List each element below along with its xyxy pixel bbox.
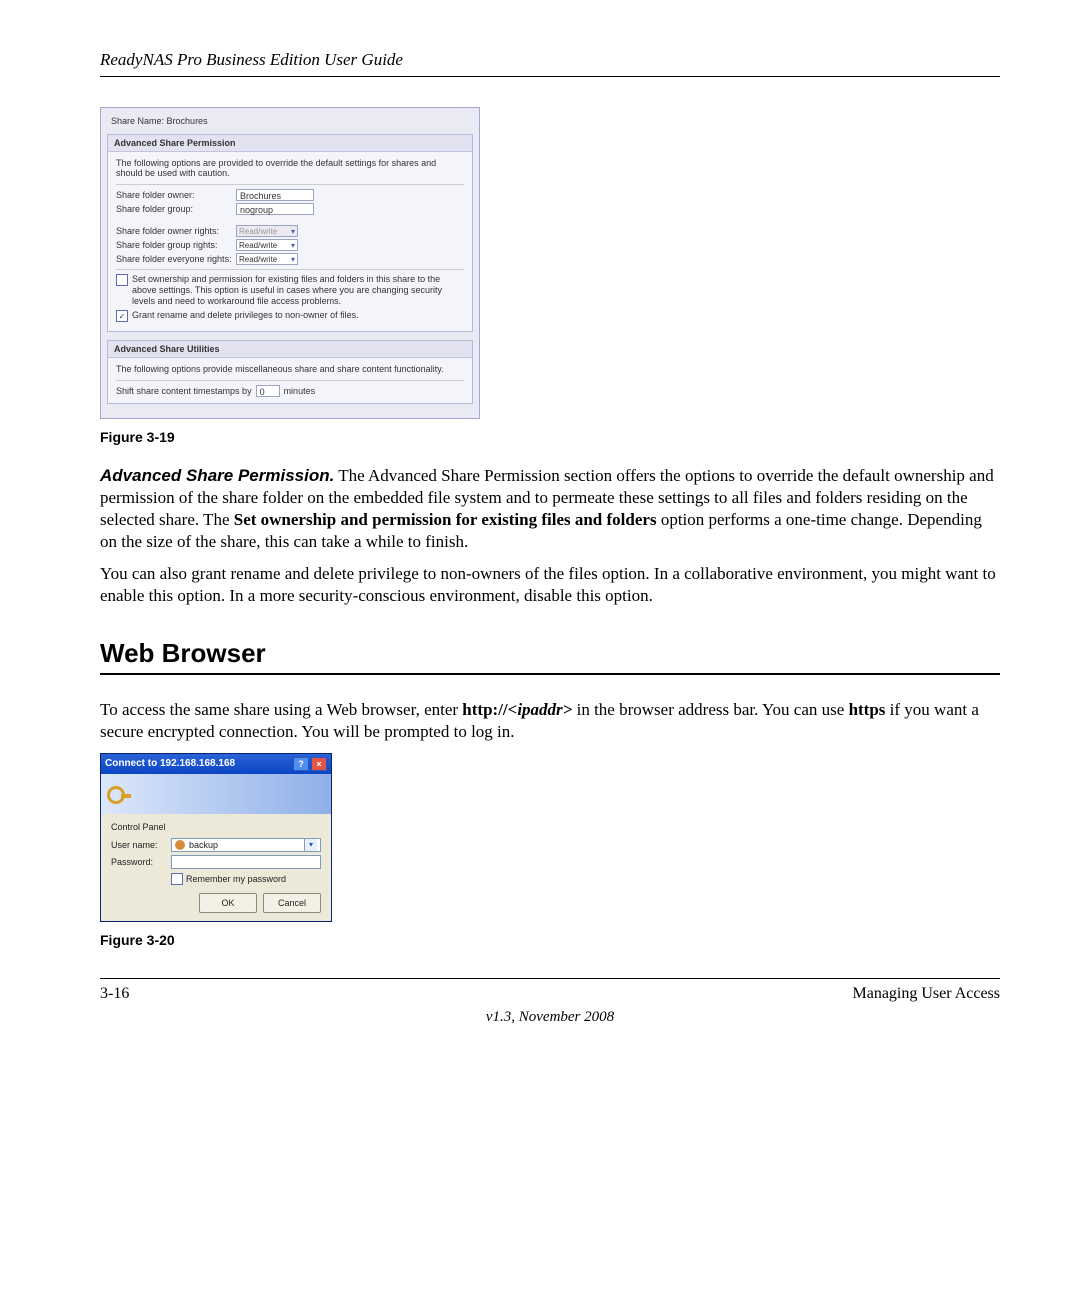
owner-label: Share folder owner: [116,190,236,200]
share-name-value: Brochures [167,116,208,126]
chevron-down-icon: ▾ [291,227,295,236]
select-value: Read/write [239,227,277,236]
user-icon [175,840,185,850]
shift-minutes-input[interactable]: 0 [256,385,280,397]
panel-note: The following options provide miscellane… [116,364,464,374]
panel-note: The following options are provided to ov… [116,158,464,178]
chevron-down-icon: ▾ [291,241,295,250]
grant-rename-text: Grant rename and delete privileges to no… [132,310,464,321]
paragraph-lead: Advanced Share Permission. [100,466,334,485]
advanced-share-utilities-panel: Advanced Share Utilities The following o… [107,340,473,404]
group-rights-label: Share folder group rights: [116,240,236,250]
remember-password-label: Remember my password [186,874,286,884]
username-value: backup [189,840,304,850]
footer-version: v1.3, November 2008 [100,1009,1000,1026]
footer-section-title: Managing User Access [852,985,1000,1003]
key-icon [107,782,131,806]
shift-label-post: minutes [284,386,316,396]
close-button[interactable]: × [311,757,327,771]
login-section-label: Control Panel [111,822,321,832]
paragraph: To access the same share using a Web bro… [100,699,1000,743]
advanced-share-dialog: Share Name: Brochures Advanced Share Per… [100,107,480,419]
paragraph: You can also grant rename and delete pri… [100,563,1000,607]
footer-page-number: 3-16 [100,985,129,1003]
password-input[interactable] [171,855,321,869]
grant-rename-checkbox[interactable]: ✓ [116,310,128,322]
set-ownership-checkbox[interactable] [116,274,128,286]
owner-rights-label: Share folder owner rights: [116,226,236,236]
panel-title: Advanced Share Permission [108,135,472,152]
owner-rights-select[interactable]: Read/write ▾ [236,225,298,237]
page-footer: 3-16 Managing User Access [100,978,1000,1003]
set-ownership-text: Set ownership and permission for existin… [132,274,464,307]
panel-title: Advanced Share Utilities [108,341,472,358]
remember-password-checkbox[interactable] [171,873,183,885]
advanced-share-permission-panel: Advanced Share Permission The following … [107,134,473,332]
figure-caption: Figure 3-20 [100,932,1000,948]
everyone-rights-select[interactable]: Read/write ▾ [236,253,298,265]
login-dialog: Connect to 192.168.168.168 ? × Control P… [100,753,332,922]
share-name-label: Share Name: [111,116,164,126]
paragraph: Advanced Share Permission. The Advanced … [100,465,1000,553]
help-button[interactable]: ? [293,757,309,771]
username-label: User name: [111,840,171,850]
login-titlebar: Connect to 192.168.168.168 ? × [101,754,331,774]
shift-label-pre: Shift share content timestamps by [116,386,252,396]
page-header: ReadyNAS Pro Business Edition User Guide [100,50,1000,77]
group-label: Share folder group: [116,204,236,214]
owner-input[interactable]: Brochures [236,189,314,201]
ok-button[interactable]: OK [199,893,257,913]
everyone-rights-label: Share folder everyone rights: [116,254,236,264]
select-value: Read/write [239,241,277,250]
login-title-text: Connect to 192.168.168.168 [105,758,235,769]
username-combo[interactable]: backup ▾ [171,838,321,852]
figure-caption: Figure 3-19 [100,429,1000,445]
login-banner [101,774,331,814]
password-label: Password: [111,857,171,867]
chevron-down-icon: ▾ [304,839,317,851]
cancel-button[interactable]: Cancel [263,893,321,913]
group-input[interactable]: nogroup [236,203,314,215]
group-rights-select[interactable]: Read/write ▾ [236,239,298,251]
section-heading: Web Browser [100,638,1000,675]
select-value: Read/write [239,255,277,264]
chevron-down-icon: ▾ [291,255,295,264]
